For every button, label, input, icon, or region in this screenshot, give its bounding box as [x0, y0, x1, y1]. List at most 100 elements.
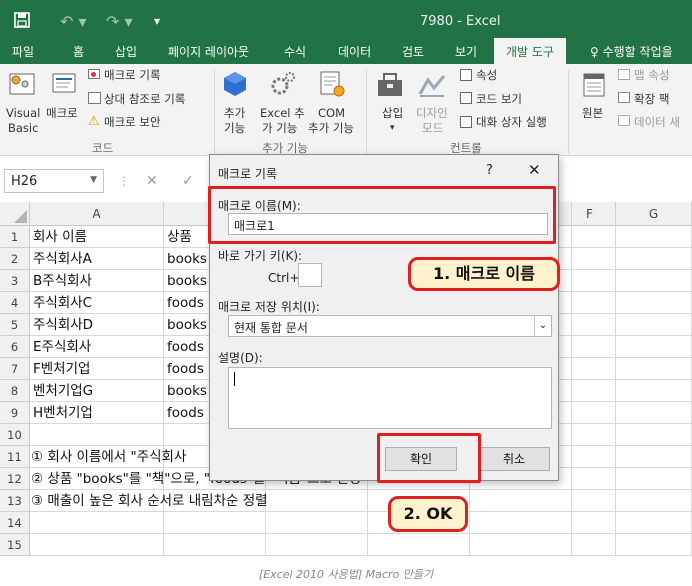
refresh-data-icon[interactable]: [618, 115, 630, 126]
customize-qat-icon[interactable]: ▾: [154, 14, 160, 28]
cell-empty[interactable]: [616, 402, 692, 424]
record-macro-icon[interactable]: [88, 69, 100, 79]
expansion-packs-button[interactable]: 확장 팩: [634, 92, 669, 106]
cell-empty[interactable]: [616, 358, 692, 380]
excel-add-ins-icon[interactable]: [270, 70, 296, 101]
cell-empty[interactable]: [572, 446, 616, 468]
xml-source-button[interactable]: 원본: [582, 106, 603, 120]
column-header-g[interactable]: G: [616, 202, 692, 226]
cell-empty[interactable]: [470, 534, 572, 556]
row-header[interactable]: 14: [0, 512, 30, 534]
row-header[interactable]: 7: [0, 358, 30, 380]
cell-empty[interactable]: [616, 336, 692, 358]
cell-empty[interactable]: [616, 248, 692, 270]
cell-company-name[interactable]: 주식회사D: [30, 314, 164, 336]
cell-empty[interactable]: [616, 292, 692, 314]
cell-company-name[interactable]: [30, 534, 164, 556]
cell-empty[interactable]: [572, 336, 616, 358]
com-add-ins-label-2[interactable]: 추가 기능: [308, 121, 354, 135]
cell-empty[interactable]: [266, 490, 368, 512]
tab-file[interactable]: 파일: [12, 43, 34, 60]
cell-company-name[interactable]: E주식회사: [30, 336, 164, 358]
tab-home[interactable]: 홈: [73, 43, 84, 60]
cell-company-name[interactable]: 주식회사A: [30, 248, 164, 270]
add-ins-icon[interactable]: [222, 70, 248, 101]
row-header[interactable]: 12: [0, 468, 30, 490]
cell-empty[interactable]: [616, 314, 692, 336]
visual-basic-icon[interactable]: [6, 70, 38, 103]
cell-empty[interactable]: [572, 248, 616, 270]
chevron-down-icon[interactable]: ▼: [90, 175, 97, 185]
cell-empty[interactable]: [572, 292, 616, 314]
view-code-icon[interactable]: [460, 92, 472, 104]
cell-empty[interactable]: [470, 512, 572, 534]
row-header[interactable]: 13: [0, 490, 30, 512]
design-mode-label-1[interactable]: 디자인: [416, 106, 448, 120]
cell-empty[interactable]: [616, 226, 692, 248]
cell-company-name[interactable]: 주식회사C: [30, 292, 164, 314]
cell-empty[interactable]: [470, 490, 572, 512]
row-header[interactable]: 11: [0, 446, 30, 468]
cell-empty[interactable]: [572, 424, 616, 446]
warning-icon[interactable]: ⚠: [88, 114, 100, 129]
cell-empty[interactable]: [572, 512, 616, 534]
tab-data[interactable]: 데이터: [338, 43, 371, 60]
row-header[interactable]: 9: [0, 402, 30, 424]
cell-product[interactable]: [164, 534, 266, 556]
undo-icon[interactable]: ↶ ▾: [60, 12, 87, 31]
tab-developer[interactable]: 개발 도구: [494, 38, 566, 64]
row-header[interactable]: 5: [0, 314, 30, 336]
cell-company-name[interactable]: B주식회사: [30, 270, 164, 292]
cell-company-name[interactable]: [30, 512, 164, 534]
cell-company-name[interactable]: [30, 424, 164, 446]
view-code-button[interactable]: 코드 보기: [476, 92, 522, 106]
row-header[interactable]: 3: [0, 270, 30, 292]
cell-empty[interactable]: [572, 380, 616, 402]
cell-empty[interactable]: [616, 512, 692, 534]
macro-security-button[interactable]: 매크로 보안: [104, 115, 161, 129]
map-properties-button[interactable]: 맵 속성: [634, 68, 669, 82]
cell-empty[interactable]: [368, 534, 470, 556]
cell-empty[interactable]: [572, 468, 616, 490]
record-macro-button[interactable]: 매크로 기록: [104, 68, 161, 82]
cell-company-name[interactable]: 회사 이름: [30, 226, 164, 248]
cell-company-name[interactable]: H벤처기업: [30, 402, 164, 424]
cell-empty[interactable]: [616, 424, 692, 446]
xml-source-icon[interactable]: [582, 72, 606, 101]
design-mode-icon[interactable]: [418, 72, 446, 101]
design-mode-label-2[interactable]: 모드: [422, 121, 443, 135]
tab-formulas[interactable]: 수식: [284, 43, 306, 60]
cell-empty[interactable]: [616, 468, 692, 490]
cell-empty[interactable]: [616, 380, 692, 402]
properties-button[interactable]: 속성: [476, 68, 497, 82]
cell-empty[interactable]: [266, 512, 368, 534]
cell-empty[interactable]: [572, 490, 616, 512]
com-add-ins-label-1[interactable]: COM: [318, 106, 345, 120]
cell-empty[interactable]: [616, 490, 692, 512]
enter-icon[interactable]: ✓: [182, 173, 194, 189]
relative-reference-icon[interactable]: [88, 92, 101, 104]
map-properties-icon[interactable]: [618, 69, 630, 80]
cancel-button[interactable]: 취소: [478, 447, 550, 471]
chevron-down-icon[interactable]: ▾: [390, 121, 395, 135]
visual-basic-label-1[interactable]: Visual: [6, 106, 40, 120]
add-ins-label-1[interactable]: 추가: [224, 106, 245, 120]
cell-empty[interactable]: [572, 402, 616, 424]
com-add-ins-icon[interactable]: [318, 70, 346, 101]
cell-empty[interactable]: [572, 270, 616, 292]
column-header-a[interactable]: A: [30, 202, 164, 226]
insert-control-button[interactable]: 삽입: [382, 106, 403, 120]
cancel-icon[interactable]: ✕: [146, 173, 158, 189]
help-icon[interactable]: ?: [486, 163, 493, 178]
tab-review[interactable]: 검토: [402, 43, 424, 60]
excel-add-ins-label-1[interactable]: Excel 추: [260, 106, 305, 120]
chevron-down-icon[interactable]: ⌄: [534, 316, 551, 336]
cell-empty[interactable]: [616, 446, 692, 468]
relative-reference-button[interactable]: 상대 참조로 기록: [104, 92, 185, 106]
cell-empty[interactable]: [616, 270, 692, 292]
properties-icon[interactable]: [460, 69, 472, 81]
run-dialog-button[interactable]: 대화 상자 실행: [476, 115, 547, 129]
row-header[interactable]: 6: [0, 336, 30, 358]
expansion-packs-icon[interactable]: [618, 92, 630, 103]
cell-empty[interactable]: [616, 534, 692, 556]
